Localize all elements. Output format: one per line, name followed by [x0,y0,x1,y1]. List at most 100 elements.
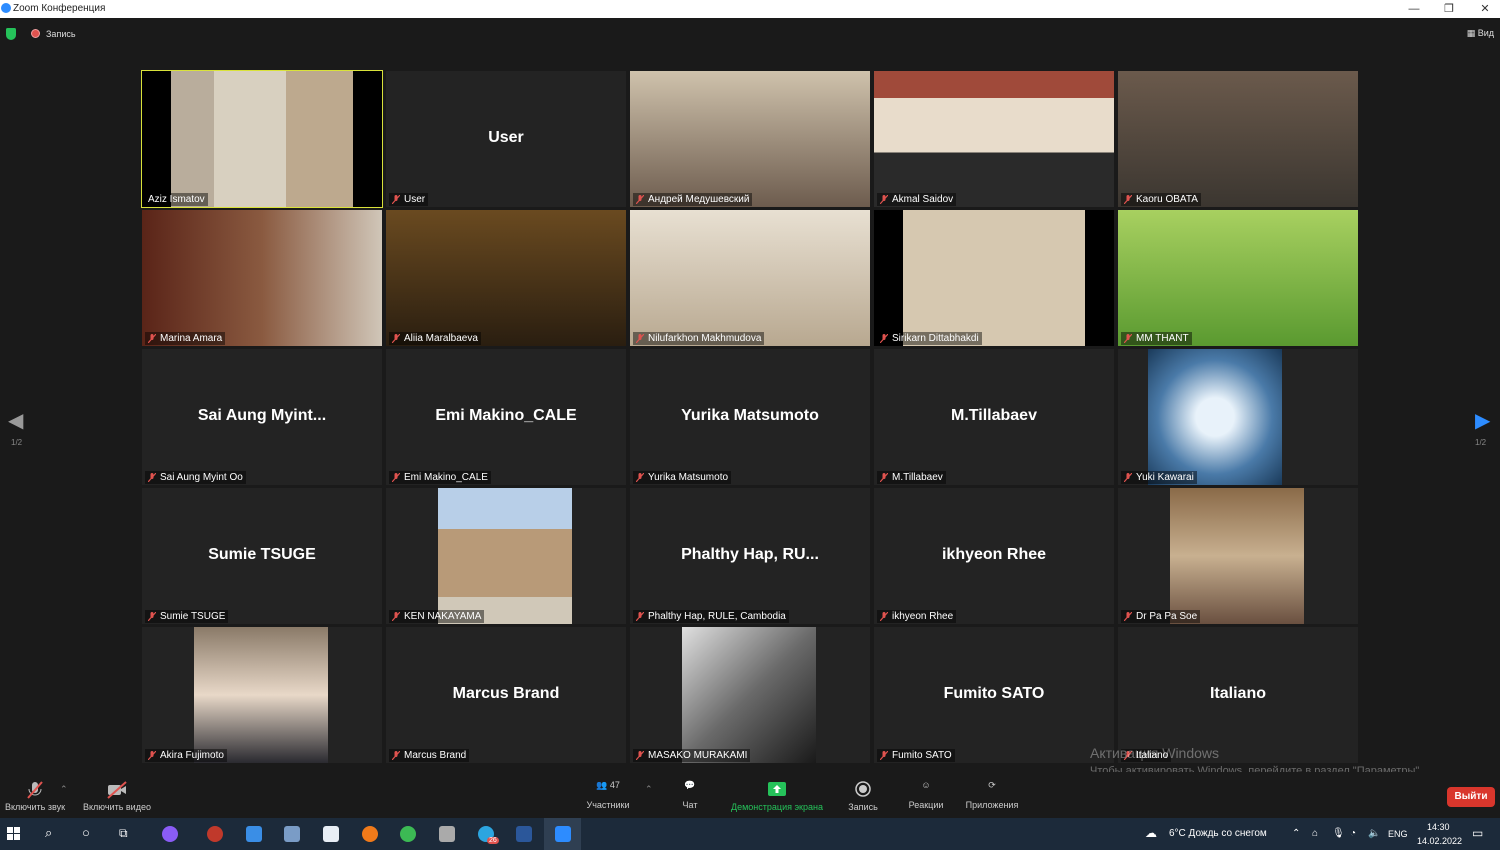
tray-wifi-icon[interactable]: ◔ [1350,828,1356,839]
participant-name-label: M.Tillabaev [877,471,946,484]
apps-button[interactable]: ⟳ Приложения [963,780,1021,810]
participant-tile[interactable]: ikhyeon Rhee ikhyeon Rhee [874,488,1114,624]
start-video-label: Включить видео [83,802,151,812]
participant-tile[interactable]: MM THANT [1118,210,1358,346]
participant-tile[interactable]: Yuki Kawarai [1118,349,1358,485]
participant-tile[interactable]: Sai Aung Myint... Sai Aung Myint Oo [142,349,382,485]
tray-mic-icon[interactable]: 🎙 [1332,828,1345,839]
participant-video [874,71,1114,207]
participant-name-label: Akira Fujimoto [145,749,227,762]
meeting-toolbar: Включить звук ⌃ Включить видео 👥 47 Учас… [0,772,1500,818]
alice-icon[interactable] [162,826,178,842]
next-page-arrow-icon[interactable]: ▶ [1475,408,1490,433]
participant-tile[interactable]: Fumito SATO Fumito SATO [874,627,1114,763]
restore-button[interactable]: ❐ [1434,1,1464,17]
participant-name-label: ikhyeon Rhee [877,610,957,623]
muted-mic-icon [148,751,156,760]
participant-name-text: MM THANT [1136,333,1189,344]
muted-mic-icon [636,334,644,343]
participant-name-text: Андрей Медушевский [648,194,750,205]
unmute-button[interactable]: Включить звук [2,780,68,812]
notepad-icon[interactable] [323,826,339,842]
input-language[interactable]: ENG [1388,829,1408,839]
participant-tile[interactable]: User User [386,71,626,207]
share-screen-button[interactable]: Демонстрация экрана [728,780,826,812]
windows-taskbar: ⌕ ○ ⧉ 26 ☁ 6°C Дождь со снегом ⌃ ⌂ 🎙 ◔ 🔈… [0,818,1500,850]
firefox-icon[interactable] [362,826,378,842]
participant-tile[interactable]: M.Tillabaev M.Tillabaev [874,349,1114,485]
security-shield-icon[interactable] [6,28,16,40]
word-icon[interactable] [516,826,532,842]
participant-tile[interactable]: Kaoru OBATA [1118,71,1358,207]
muted-mic-icon [148,612,156,621]
participants-button[interactable]: 👥 47 Участники [585,780,631,810]
prev-page-arrow-icon[interactable]: ◀ [8,408,23,433]
zoom-taskbar-button[interactable] [544,818,581,850]
participant-tile[interactable]: Emi Makino_CALE Emi Makino_CALE [386,349,626,485]
participant-name-label: Yuki Kawarai [1121,471,1197,484]
participant-tile[interactable]: Akira Fujimoto [142,627,382,763]
windows-start-icon[interactable] [7,827,21,841]
notifications-icon[interactable]: ▭ [1472,826,1483,840]
participant-tile[interactable]: Akmal Saidov [874,71,1114,207]
participants-count: 47 [609,780,620,790]
cortana-icon[interactable]: ○ [82,825,90,840]
participant-tile[interactable]: KEN NAKAYAMA [386,488,626,624]
view-button[interactable]: ▦ Вид [1467,28,1494,39]
close-button[interactable]: ✕ [1470,1,1500,17]
start-video-button[interactable]: Включить видео [80,780,154,812]
chat-label: Чат [682,800,698,810]
reactions-label: Реакции [908,800,944,810]
app-gray-icon[interactable] [439,826,455,842]
participant-tile[interactable]: Aziz Ismatov [141,70,383,208]
app-paint-icon[interactable] [284,826,300,842]
clock-date[interactable]: 14.02.2022 [1417,836,1462,846]
muted-mic-icon [1124,612,1132,621]
participant-tile[interactable]: Yurika Matsumoto Yurika Matsumoto [630,349,870,485]
tray-chevron-icon[interactable]: ⌃ [1292,828,1300,839]
app-blue-icon[interactable] [246,826,262,842]
participants-chevron-icon[interactable]: ⌃ [645,784,653,795]
chrome-icon[interactable] [400,826,416,842]
clock-time[interactable]: 14:30 [1427,822,1450,832]
participant-name-label: User [389,193,429,206]
participant-name-text: Sai Aung Myint Oo [160,472,243,483]
participant-name-text: Aliia Maralbaeva [404,333,478,344]
muted-mic-icon [392,751,400,760]
participant-name-text: KEN NAKAYAMA [404,611,482,622]
participant-display-name: Fumito SATO [943,685,1045,702]
record-button[interactable]: Запись [845,780,881,812]
participant-tile[interactable]: Sirikarn Dittabhakdi [874,210,1114,346]
weather-text[interactable]: 6°C Дождь со снегом [1169,828,1267,839]
participant-name-text: Kaoru OBATA [1136,194,1198,205]
participant-tile[interactable]: Italiano Italiano [1118,627,1358,763]
participant-tile[interactable]: Marina Amara [142,210,382,346]
minimize-button[interactable]: — [1399,1,1429,17]
participant-name-label: KEN NAKAYAMA [389,610,485,623]
tray-volume-icon[interactable]: 🔈 [1368,828,1380,839]
page-indicator-right: 1/2 [1475,438,1487,447]
participant-display-name: Italiano [1209,685,1266,702]
zoom-icon [555,826,571,842]
participant-tile[interactable]: Dr Pa Pa Soe [1118,488,1358,624]
participant-tile[interactable]: Nilufarkhon Makhmudova [630,210,870,346]
leave-button[interactable]: Выйти [1447,787,1495,807]
participant-name-text: User [404,194,426,205]
task-view-icon[interactable]: ⧉ [119,826,128,841]
audio-options-chevron-icon[interactable]: ⌃ [60,784,68,795]
chat-button[interactable]: 💬 Чат [680,780,700,810]
participant-tile[interactable]: Marcus Brand Marcus Brand [386,627,626,763]
muted-mic-icon [148,334,156,343]
participant-tile[interactable]: Aliia Maralbaeva [386,210,626,346]
muted-mic-icon [636,612,644,621]
reactions-button[interactable]: ☺ Реакции [906,780,946,810]
app-red-icon[interactable] [207,826,223,842]
muted-mic-icon [880,473,888,482]
participant-tile[interactable]: Sumie TSUGE Sumie TSUGE [142,488,382,624]
search-icon[interactable]: ⌕ [45,825,52,841]
participant-name-text: Yuki Kawarai [1136,472,1194,483]
participant-tile[interactable]: Phalthy Hap, RU... Phalthy Hap, RULE, Cam… [630,488,870,624]
participant-tile[interactable]: MASAKO MURAKAMI [630,627,870,763]
participant-tile[interactable]: Андрей Медушевский [630,71,870,207]
tray-network-icon[interactable]: ⌂ [1312,828,1318,839]
